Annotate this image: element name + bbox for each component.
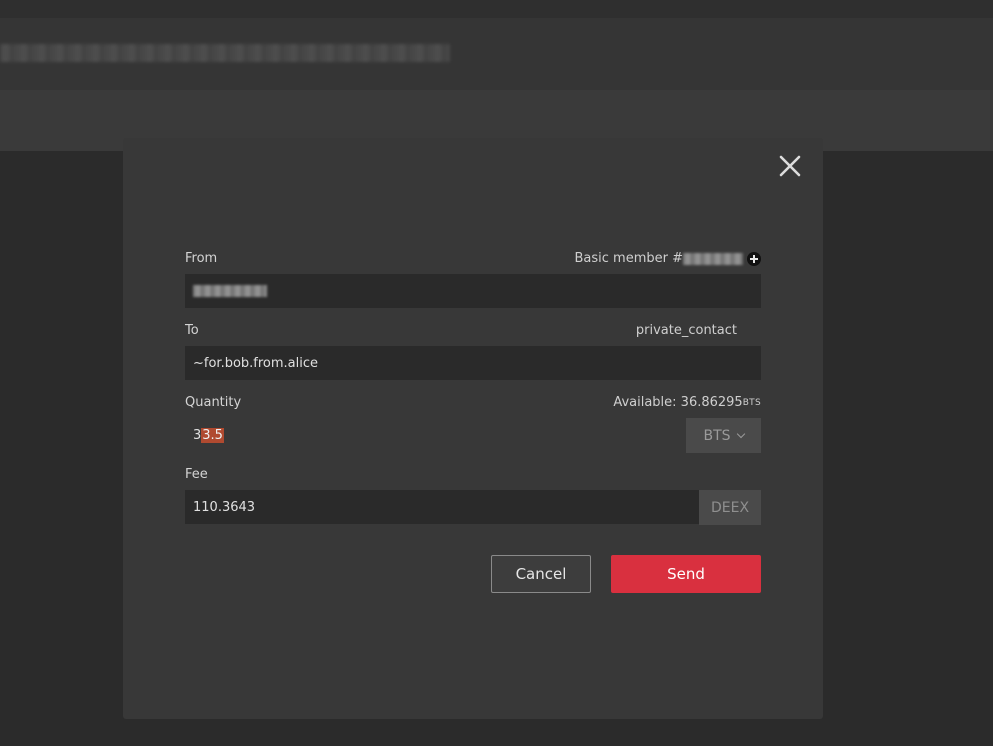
available-prefix: Available: (613, 395, 681, 410)
membership-label: Basic member # (574, 251, 684, 266)
fee-input[interactable]: 110.3643 (185, 490, 699, 524)
membership-info: Basic member # (574, 251, 761, 266)
quantity-input[interactable]: 3 3.5 (185, 418, 686, 452)
available-unit: BTS (742, 397, 761, 408)
redacted-member-id (683, 252, 743, 265)
quantity-value-selected: 3.5 (201, 427, 224, 443)
quantity-value-plain: 3 (193, 427, 202, 443)
to-account-field[interactable]: ~for.bob.from.alice (185, 346, 761, 380)
top-bar (0, 0, 993, 18)
from-label: From (185, 251, 218, 266)
chevron-down-icon (736, 429, 745, 438)
redacted-header-text (0, 44, 450, 62)
cancel-button[interactable]: Cancel (491, 555, 591, 593)
send-button[interactable]: Send (611, 555, 761, 593)
asset-select-label: BTS (703, 427, 731, 444)
from-account-field[interactable] (185, 274, 761, 308)
quantity-label: Quantity (185, 395, 242, 410)
available-balance[interactable]: Available: 36.86295 BTS (613, 395, 761, 410)
fee-asset-selector[interactable]: DEEX (699, 490, 761, 525)
available-amount: 36.86295 (680, 395, 743, 410)
asset-select[interactable]: BTS (686, 418, 761, 453)
close-icon[interactable] (778, 154, 802, 178)
contact-type-label: private_contact (635, 323, 737, 338)
redacted-account-name (193, 285, 267, 297)
plus-circle-icon[interactable] (747, 251, 761, 266)
fee-label: Fee (185, 467, 208, 482)
to-label: To (185, 323, 199, 338)
send-modal: From Basic member # To private_contact ~… (123, 138, 823, 719)
